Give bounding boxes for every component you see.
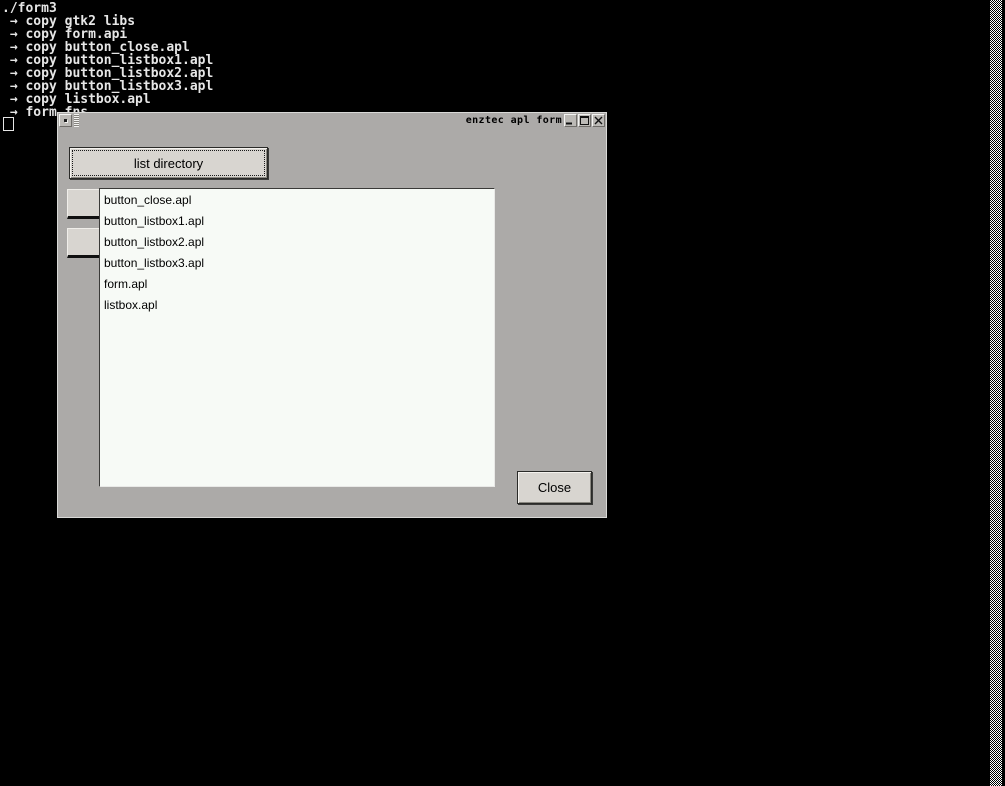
close-icon xyxy=(594,116,603,125)
list-item[interactable]: button_listbox1.apl xyxy=(100,214,494,235)
desktop-stipple-strip xyxy=(990,0,1002,786)
window-controls xyxy=(564,114,605,127)
list-item[interactable]: form.apl xyxy=(100,277,494,298)
list-directory-button[interactable]: list directory xyxy=(69,147,268,179)
list-item[interactable]: listbox.apl xyxy=(100,298,494,319)
close-button-label: Close xyxy=(537,480,572,495)
list-item[interactable]: button_listbox3.apl xyxy=(100,256,494,277)
minimize-button[interactable] xyxy=(564,114,577,127)
close-button[interactable]: Close xyxy=(517,471,592,504)
minimize-icon xyxy=(566,122,572,125)
file-listbox[interactable]: button_close.apl button_listbox1.apl butto… xyxy=(99,188,495,487)
terminal-output: ./form3 → copy gtk2 libs → copy form.api… xyxy=(2,2,213,119)
terminal-cursor xyxy=(3,117,14,131)
list-directory-label: list directory xyxy=(133,155,204,171)
hidden-button-2[interactable] xyxy=(67,228,99,258)
window-menu-button[interactable] xyxy=(59,114,72,127)
apl-form-window: enztec apl form list directory button_cl… xyxy=(57,112,607,518)
list-item[interactable]: button_listbox2.apl xyxy=(100,235,494,256)
hidden-button-1[interactable] xyxy=(67,189,99,219)
maximize-button[interactable] xyxy=(578,114,591,127)
close-window-button[interactable] xyxy=(592,114,605,127)
window-title: enztec apl form xyxy=(465,115,562,126)
window-menu-icon xyxy=(64,119,67,122)
list-item[interactable]: button_close.apl xyxy=(100,193,494,214)
maximize-icon xyxy=(580,116,589,125)
window-titlebar[interactable]: enztec apl form xyxy=(58,113,606,129)
titlebar-grip-icon xyxy=(74,114,79,127)
